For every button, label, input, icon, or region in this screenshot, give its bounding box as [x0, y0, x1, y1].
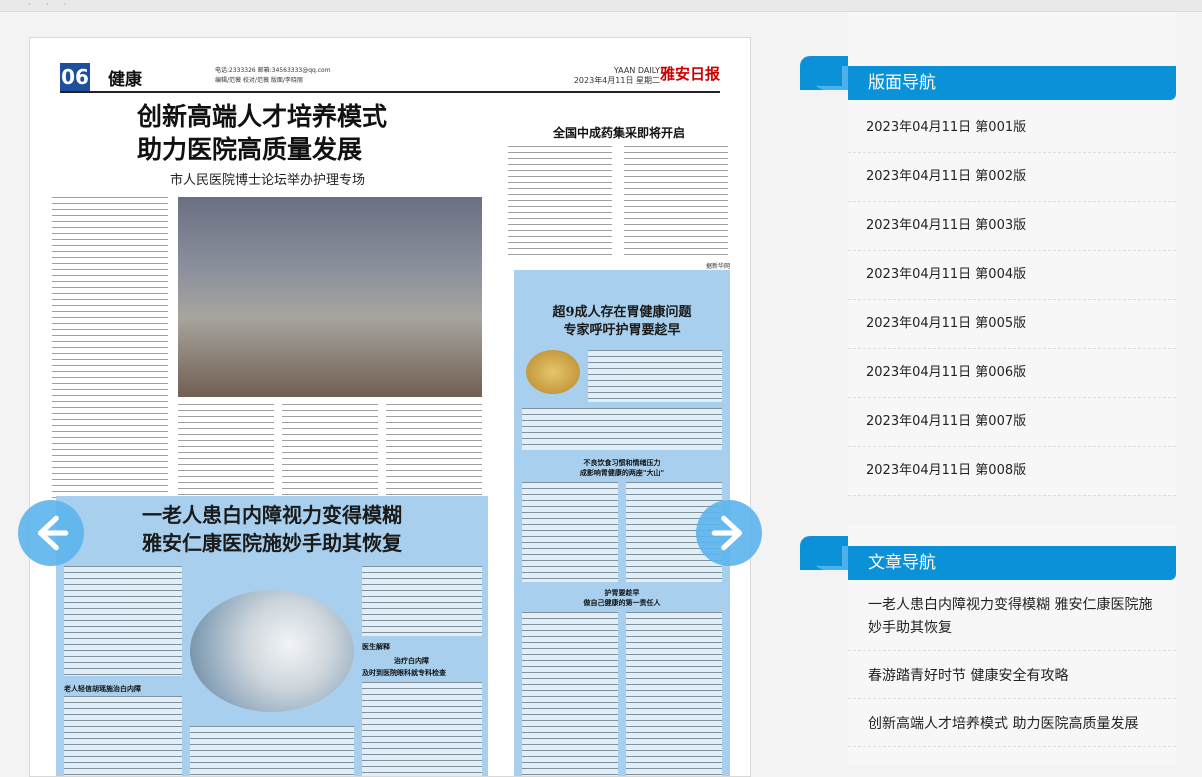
layout-nav-item-007[interactable]: 2023年04月11日 第007版 — [848, 398, 1176, 447]
layout-nav-item-004[interactable]: 2023年04月11日 第004版 — [848, 251, 1176, 300]
layout-nav-item-006[interactable]: 2023年04月11日 第006版 — [848, 349, 1176, 398]
newspaper-page: 06 健康 电话:2333326 邮箱:34563333@qq.com 编辑/范… — [29, 37, 751, 777]
article-nav-item[interactable]: 创新高端人才培养模式 助力医院高质量发展 — [848, 699, 1176, 747]
layout-nav-item-008[interactable]: 2023年04月11日 第008版 — [848, 447, 1176, 496]
article-title-line1: 一老人患白内障视力变得模糊 — [142, 503, 402, 527]
article-title-line2: 助力医院高质量发展 — [137, 135, 363, 164]
page-section: 健康 — [108, 70, 142, 90]
article-body-text — [64, 696, 182, 776]
article-nav-item[interactable]: 一老人患白内障视力变得模糊 雅安仁康医院施妙手助其恢复 — [848, 580, 1176, 651]
article-subhead: 不良饮食习惯和情绪压力 — [583, 459, 661, 467]
grain-bowl-illustration — [526, 350, 580, 394]
article-body-text — [190, 726, 354, 776]
page-meta: 电话:2333326 邮箱:34563333@qq.com 编辑/范薇 校对/范… — [215, 67, 331, 84]
article-hotspot-medicine[interactable]: 全国中成药集采即将开启 据新华网 — [508, 100, 730, 270]
next-page-button[interactable] — [696, 500, 762, 566]
layout-nav-item-005[interactable]: 2023年04月11日 第005版 — [848, 300, 1176, 349]
article-subhead: 老人轻信胡瑶施治白内障 — [64, 685, 141, 693]
arrow-left-icon — [37, 515, 69, 551]
layout-nav-header: 版面导航 — [800, 56, 1176, 100]
eye-exam-photo — [190, 590, 354, 712]
article-body-text — [282, 404, 378, 508]
newspaper-logo: 雅安日报 — [659, 65, 720, 83]
lecture-photo — [178, 197, 482, 397]
article-body-text — [362, 566, 482, 636]
layout-nav-item-002[interactable]: 2023年04月11日 第002版 — [848, 153, 1176, 202]
prev-page-button[interactable] — [18, 500, 84, 566]
layout-nav-item-003[interactable]: 2023年04月11日 第003版 — [848, 202, 1176, 251]
arrow-right-icon — [711, 515, 743, 551]
article-body-text — [588, 350, 722, 402]
article-body-text — [522, 482, 618, 582]
article-body-text — [64, 566, 182, 676]
layout-nav-title: 版面导航 — [868, 73, 936, 93]
article-body-text — [522, 612, 618, 776]
article-subhead: 做自己健康的第一责任人 — [583, 599, 661, 607]
article-body-text — [52, 197, 168, 502]
article-subhead: 及时到医院眼科就专科检查 — [362, 669, 446, 677]
article-hotspot-talent[interactable]: 创新高端人才培养模式 助力医院高质量发展 市人民医院博士论坛举办护理专场 — [52, 100, 492, 510]
article-author: 据新华网 — [705, 263, 730, 270]
layout-nav-item-001[interactable]: 2023年04月11日 第001版 — [848, 104, 1176, 153]
browser-top-strip: · · · — [0, 0, 1202, 12]
article-subhead: 医生解释 — [362, 643, 390, 651]
article-subhead: 治疗白内障 — [394, 657, 429, 665]
article-body-text — [522, 408, 722, 450]
article-body-text — [386, 404, 482, 508]
top-strip-dots: · · · — [28, 0, 73, 10]
header-tab-shape — [800, 536, 848, 570]
article-body-text — [178, 404, 274, 508]
article-nav-header: 文章导航 — [800, 536, 1176, 580]
article-subhead: 护胃要趁早 — [604, 589, 640, 597]
layout-nav-list: 2023年04月11日 第001版 2023年04月11日 第002版 2023… — [848, 104, 1176, 496]
article-title: 全国中成药集采即将开启 — [552, 126, 685, 140]
article-title-line1: 超9成人存在胃健康问题 — [552, 305, 692, 320]
article-title-line2: 专家呼吁护胃要趁早 — [563, 323, 681, 338]
page-number: 06 — [60, 63, 90, 91]
article-subtitle: 市人民医院博士论坛举办护理专场 — [170, 173, 366, 188]
article-nav-list: 一老人患白内障视力变得模糊 雅安仁康医院施妙手助其恢复 春游踏青好时节 健康安全… — [848, 580, 1176, 747]
article-body-text — [626, 612, 722, 776]
page-brand: YAAN DAILY 2023年4月11日 星期二 — [573, 66, 660, 85]
article-subhead: 成影响胃健康的两座"大山" — [579, 469, 665, 477]
article-hotspot-cataract[interactable]: 一老人患白内障视力变得模糊 雅安仁康医院施妙手助其恢复 老人轻信胡瑶施治白内障 … — [56, 496, 488, 776]
article-title-line2: 雅安仁康医院施妙手助其恢复 — [142, 531, 402, 555]
header-tab-shape — [800, 56, 848, 90]
article-body-text — [508, 146, 612, 258]
article-title-line1: 创新高端人才培养模式 — [137, 102, 388, 131]
article-body-text — [624, 146, 728, 258]
article-nav-title: 文章导航 — [868, 553, 936, 573]
newspaper-masthead: 06 健康 电话:2333326 邮箱:34563333@qq.com 编辑/范… — [60, 63, 720, 93]
article-nav-item[interactable]: 春游踏青好时节 健康安全有攻略 — [848, 651, 1176, 699]
